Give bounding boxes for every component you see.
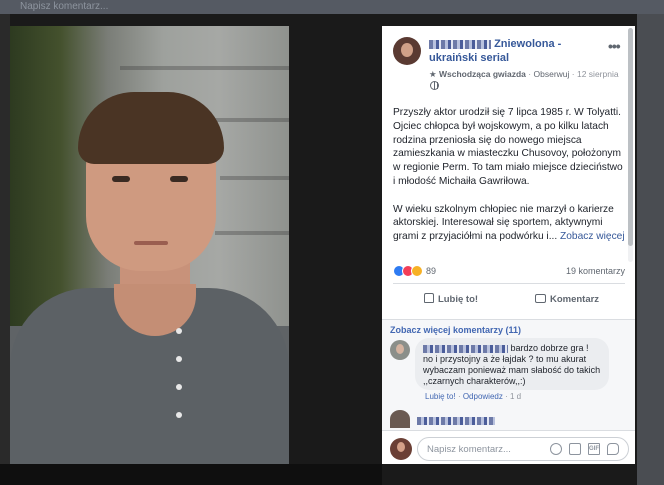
post-header: Zniewolona - ukraiński serial ★ Wschodzą… bbox=[382, 26, 635, 96]
shirt-button bbox=[176, 412, 182, 418]
post-actions: Lubię to! Komentarz bbox=[393, 288, 625, 312]
commenter-avatar[interactable] bbox=[390, 340, 410, 360]
current-user-avatar bbox=[390, 438, 412, 460]
post-paragraph-2: W wieku szkolnym chłopiec nie marzył o k… bbox=[393, 203, 625, 244]
wall-brick-line bbox=[215, 231, 289, 235]
background-placeholder-text: Napisz komentarz... bbox=[20, 1, 109, 12]
page-name[interactable]: Zniewolona - ukraiński serial bbox=[429, 37, 609, 65]
globe-icon bbox=[430, 81, 439, 90]
background-top-bar: Napisz komentarz... bbox=[0, 0, 664, 14]
photo-mouth bbox=[134, 241, 168, 245]
like-button-label: Lubię to! bbox=[437, 294, 479, 305]
post-photo[interactable] bbox=[10, 26, 289, 464]
speech-bubble-icon bbox=[534, 294, 546, 303]
wall-brick-line bbox=[220, 176, 289, 180]
wall-brick-line bbox=[120, 66, 289, 70]
badge-label: Wschodząca gwiazda bbox=[439, 69, 526, 79]
comment-text-line1: bardzo dobrze gra ! bbox=[510, 343, 589, 353]
photo-eye-left bbox=[112, 176, 130, 182]
like-button[interactable]: Lubię to! bbox=[393, 288, 509, 312]
background-left bbox=[0, 14, 10, 485]
thumbs-up-icon bbox=[423, 293, 434, 303]
photo-hair bbox=[78, 92, 224, 164]
blurred-commenter-name[interactable] bbox=[423, 344, 508, 353]
comment-composer: GIF bbox=[382, 430, 635, 464]
comment-actions: Lubię to! · Odpowiedz · 1 d bbox=[425, 392, 521, 401]
reaction-count[interactable]: 89 bbox=[426, 265, 436, 277]
haha-reaction-icon[interactable] bbox=[411, 265, 423, 277]
ellipsis-icon[interactable]: ••• bbox=[608, 38, 621, 54]
wall-brick-line bbox=[210, 118, 289, 122]
post-body: Przyszły aktor urodził się 7 lipca 1985 … bbox=[393, 106, 625, 258]
see-more-link[interactable]: Zobacz więcej bbox=[560, 231, 625, 242]
post-paragraph-1: Przyszły aktor urodził się 7 lipca 1985 … bbox=[393, 107, 623, 187]
follow-link[interactable]: Obserwuj bbox=[534, 69, 570, 79]
camera-icon[interactable] bbox=[569, 443, 581, 455]
second-commenter-avatar[interactable] bbox=[390, 410, 410, 428]
comment-button-label: Komentarz bbox=[549, 294, 600, 305]
comment-button[interactable]: Komentarz bbox=[509, 288, 625, 312]
smiley-icon[interactable] bbox=[550, 443, 562, 455]
page-avatar[interactable] bbox=[393, 37, 421, 65]
comment-like-link[interactable]: Lubię to! bbox=[425, 392, 456, 401]
photo-eye-right bbox=[170, 176, 188, 182]
shirt-button bbox=[176, 356, 182, 362]
more-comments-link[interactable]: Zobacz więcej komentarzy (11) bbox=[390, 325, 521, 335]
post-panel: Zniewolona - ukraiński serial ★ Wschodzą… bbox=[382, 26, 635, 464]
comments-section: Zobacz więcej komentarzy (11) bardzo dob… bbox=[382, 319, 635, 464]
sticker-icon[interactable] bbox=[607, 443, 619, 455]
gif-icon[interactable]: GIF bbox=[588, 443, 600, 455]
blurred-second-commenter-name[interactable] bbox=[417, 417, 495, 425]
shirt-button bbox=[176, 384, 182, 390]
shirt-button bbox=[176, 328, 182, 334]
background-right bbox=[637, 14, 664, 485]
blurred-author-name bbox=[429, 39, 491, 49]
comment-time[interactable]: 1 d bbox=[510, 392, 521, 401]
reactions-bar: 89 19 komentarzy bbox=[393, 264, 625, 278]
scrollbar-thumb[interactable] bbox=[628, 28, 633, 246]
post-date[interactable]: 12 sierpnia bbox=[577, 69, 619, 79]
divider bbox=[393, 283, 625, 284]
comment-reply-link[interactable]: Odpowiedz bbox=[463, 392, 503, 401]
comment-bubble: bardzo dobrze gra ! no i przystojny a że… bbox=[415, 338, 609, 390]
comments-count[interactable]: 19 komentarzy bbox=[566, 265, 625, 277]
star-icon: ★ bbox=[429, 69, 437, 79]
comment-text-rest: no i przystojny a że łajdak ? to mu akur… bbox=[423, 354, 601, 386]
background-bottom bbox=[0, 464, 382, 485]
post-meta: ★ Wschodząca gwiazda · Obserwuj · 12 sie… bbox=[429, 68, 619, 80]
